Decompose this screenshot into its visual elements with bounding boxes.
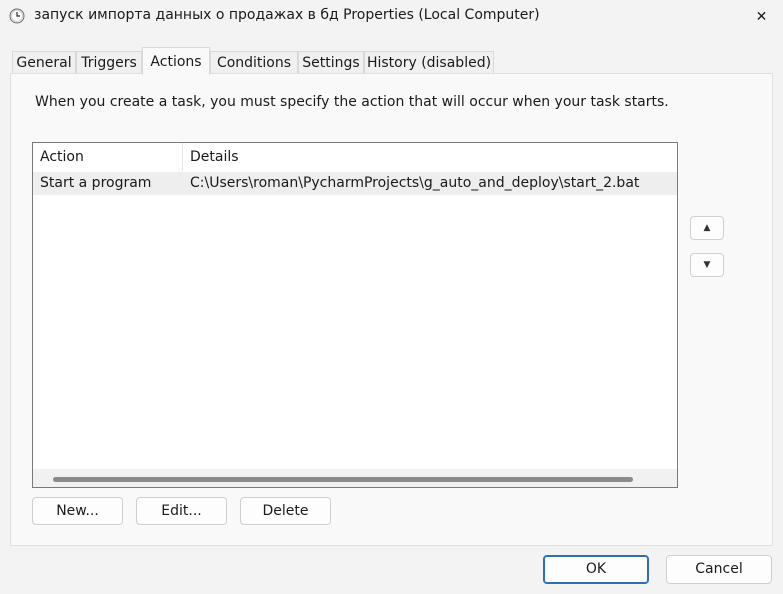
table-row[interactable]: Start a program C:\Users\roman\PycharmPr…: [33, 172, 677, 195]
tab-settings[interactable]: Settings: [298, 51, 364, 73]
tab-actions[interactable]: Actions: [142, 47, 210, 75]
intro-text: When you create a task, you must specify…: [35, 94, 669, 110]
ok-button[interactable]: OK: [543, 555, 649, 584]
move-down-button[interactable]: ▼: [690, 253, 724, 277]
actions-panel: When you create a task, you must specify…: [10, 73, 773, 546]
window-title: запуск импорта данных о продажах в бд Pr…: [34, 7, 540, 23]
tab-triggers[interactable]: Triggers: [76, 51, 142, 73]
clock-icon: [9, 8, 25, 24]
triangle-up-icon: ▲: [703, 223, 711, 233]
column-header-action[interactable]: Action: [33, 143, 183, 171]
close-icon: ✕: [755, 9, 768, 25]
move-up-button[interactable]: ▲: [690, 216, 724, 240]
column-header-details[interactable]: Details: [183, 143, 677, 171]
new-button[interactable]: New...: [32, 497, 123, 525]
scrollbar-thumb[interactable]: [53, 477, 633, 482]
delete-button[interactable]: Delete: [240, 497, 331, 525]
row-details: C:\Users\roman\PycharmProjects\g_auto_an…: [190, 175, 640, 191]
triangle-down-icon: ▼: [703, 260, 711, 270]
row-action: Start a program: [40, 175, 152, 191]
tab-conditions[interactable]: Conditions: [210, 51, 298, 73]
horizontal-scrollbar[interactable]: [33, 469, 677, 487]
edit-button[interactable]: Edit...: [136, 497, 227, 525]
tab-general[interactable]: General: [12, 51, 76, 73]
cancel-button[interactable]: Cancel: [666, 555, 772, 584]
actions-list[interactable]: Action Details Start a program C:\Users\…: [32, 142, 678, 488]
list-header: Action Details: [33, 143, 677, 171]
close-button[interactable]: ✕: [740, 0, 783, 34]
title-bar: запуск импорта данных о продажах в бд Pr…: [0, 0, 783, 34]
tab-history[interactable]: History (disabled): [364, 51, 494, 73]
